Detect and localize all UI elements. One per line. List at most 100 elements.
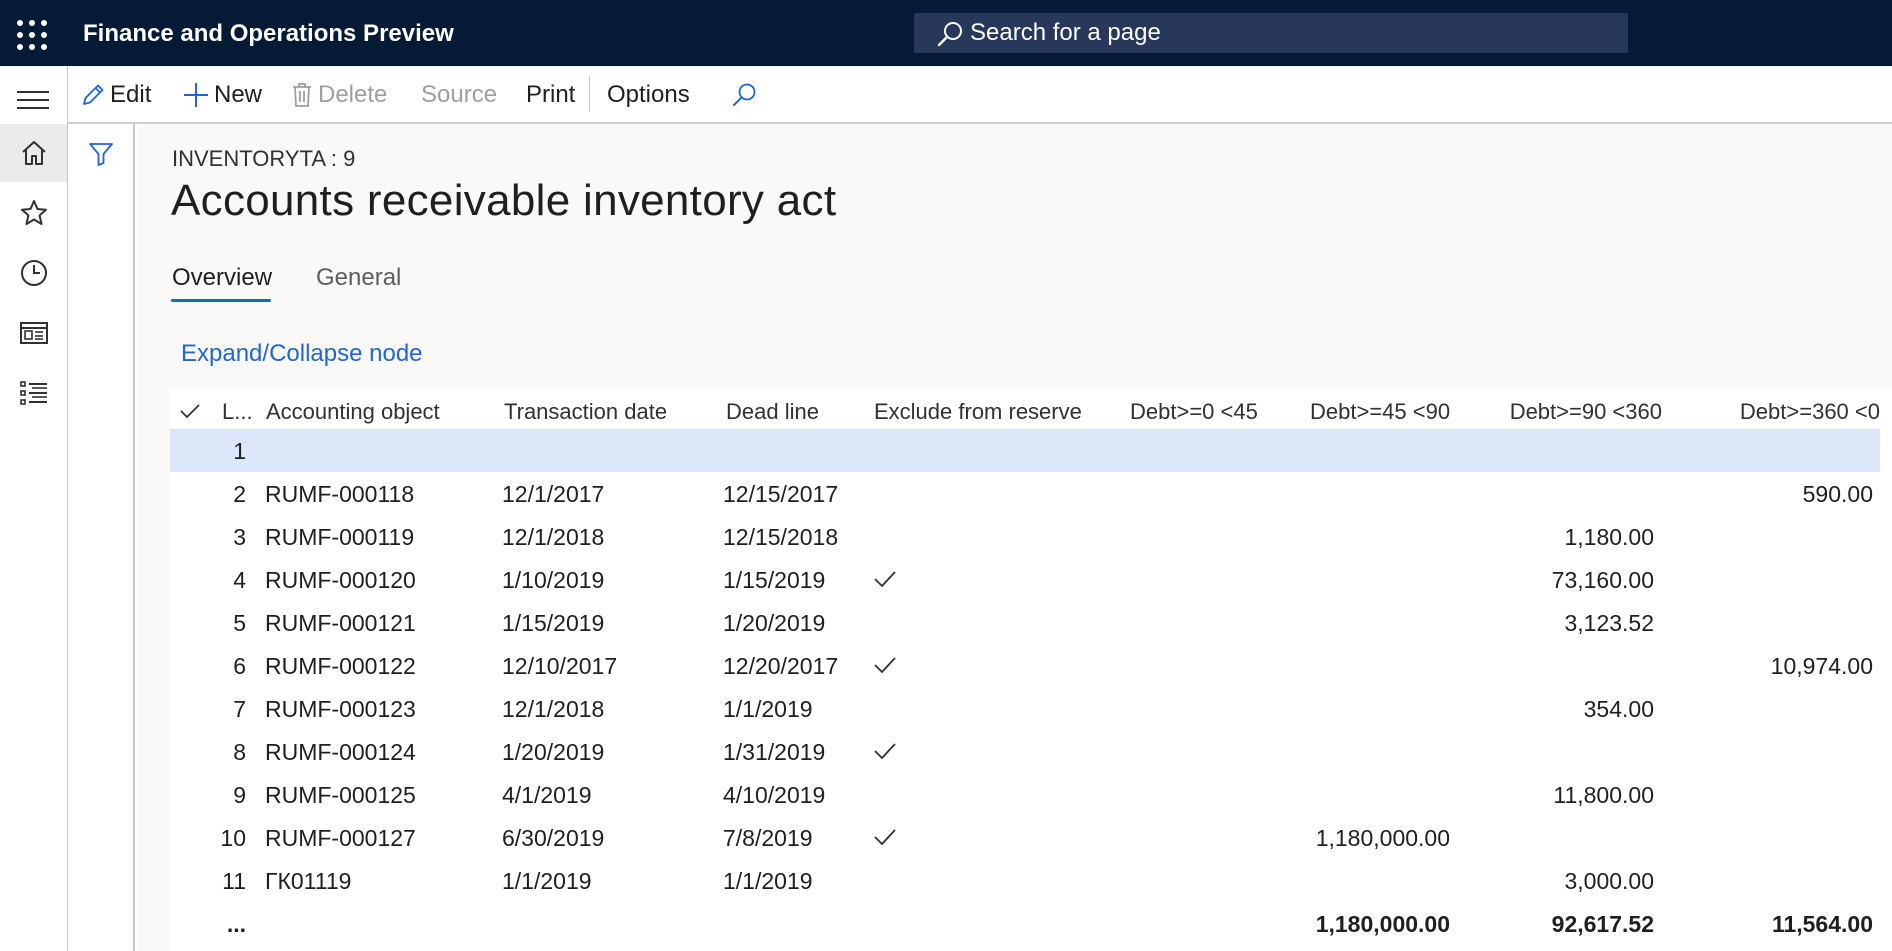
- cell-line[interactable]: 1: [182, 438, 246, 465]
- cell-transaction-date[interactable]: 12/1/2018: [502, 524, 604, 551]
- total-debt-360: 11,564.00: [1771, 911, 1873, 937]
- nav-recent[interactable]: [0, 244, 67, 302]
- cell-line[interactable]: 4: [182, 567, 246, 594]
- header-accounting-object[interactable]: Accounting object: [266, 399, 440, 425]
- workspace-icon: [19, 322, 48, 344]
- cell-accounting-object[interactable]: RUMF-000125: [265, 782, 416, 809]
- nav-workspaces[interactable]: [0, 304, 67, 362]
- cell-transaction-date[interactable]: 1/15/2019: [502, 610, 604, 637]
- cell-line[interactable]: 6: [182, 653, 246, 680]
- cell-debt-90-360[interactable]: 11,800.00: [1470, 782, 1654, 809]
- cell-accounting-object[interactable]: RUMF-000122: [265, 653, 416, 680]
- tab-general[interactable]: General: [316, 264, 401, 292]
- header-dead-line[interactable]: Dead line: [726, 399, 819, 425]
- cell-dead-line[interactable]: 12/15/2018: [723, 524, 838, 551]
- nav-favorites[interactable]: [0, 184, 67, 242]
- cell-line[interactable]: 3: [182, 524, 246, 551]
- cell-debt-90-360[interactable]: 3,000.00: [1470, 868, 1654, 895]
- cell-transaction-date[interactable]: 1/20/2019: [502, 739, 604, 766]
- cell-accounting-object[interactable]: RUMF-000127: [265, 825, 416, 852]
- cell-dead-line[interactable]: 12/20/2017: [723, 653, 838, 680]
- nav-modules[interactable]: [0, 364, 67, 422]
- table-row[interactable]: 5 RUMF-000121 1/15/2019 1/20/2019 3,123.52: [170, 601, 1892, 644]
- tab-overview[interactable]: Overview: [172, 264, 272, 292]
- table-row[interactable]: 3 RUMF-000119 12/1/2018 12/15/2018 1,180.00: [170, 515, 1892, 558]
- cell-transaction-date[interactable]: 12/10/2017: [502, 653, 617, 680]
- new-button[interactable]: New: [182, 80, 262, 110]
- cell-dead-line[interactable]: 4/10/2019: [723, 782, 825, 809]
- cell-dead-line[interactable]: 12/15/2017: [723, 481, 838, 508]
- search-box[interactable]: [914, 13, 1628, 53]
- print-button[interactable]: Print: [526, 80, 575, 110]
- cell-line[interactable]: 7: [182, 696, 246, 723]
- cell-accounting-object[interactable]: RUMF-000123: [265, 696, 416, 723]
- cell-debt-45-90[interactable]: 1,180,000.00: [1290, 825, 1450, 852]
- cell-transaction-date[interactable]: 6/30/2019: [502, 825, 604, 852]
- cell-transaction-date[interactable]: 1/1/2019: [502, 868, 592, 895]
- header-debt-0-45[interactable]: Debt>=0 <45: [1130, 399, 1258, 425]
- header-debt-90-360[interactable]: Debt>=90 <360: [1490, 399, 1662, 425]
- expand-collapse-node-link[interactable]: Expand/Collapse node: [181, 340, 423, 368]
- cell-transaction-date[interactable]: 1/10/2019: [502, 567, 604, 594]
- exclude-checkmark-icon[interactable]: [873, 570, 897, 588]
- header-debt-360[interactable]: Debt>=360 <0: [1670, 399, 1880, 425]
- cell-transaction-date[interactable]: 4/1/2019: [502, 782, 592, 809]
- cell-debt-90-360[interactable]: 3,123.52: [1470, 610, 1654, 637]
- cell-line[interactable]: 2: [182, 481, 246, 508]
- header-transaction-date[interactable]: Transaction date: [504, 399, 667, 425]
- table-row[interactable]: 10 RUMF-000127 6/30/2019 7/8/2019 1,180,000.…: [170, 816, 1892, 859]
- header-line[interactable]: L...: [222, 399, 253, 425]
- cell-debt-360[interactable]: 590.00: [1670, 481, 1873, 508]
- action-search-button[interactable]: [730, 80, 762, 110]
- cell-dead-line[interactable]: 1/20/2019: [723, 610, 825, 637]
- cell-line[interactable]: 5: [182, 610, 246, 637]
- table-row[interactable]: 2 RUMF-000118 12/1/2017 12/15/2017 590.00: [170, 472, 1892, 515]
- cell-dead-line[interactable]: 1/1/2019: [723, 696, 813, 723]
- cell-transaction-date[interactable]: 12/1/2018: [502, 696, 604, 723]
- cell-dead-line[interactable]: 7/8/2019: [723, 825, 813, 852]
- table-row[interactable]: 8 RUMF-000124 1/20/2019 1/31/2019: [170, 730, 1892, 773]
- cell-line[interactable]: 9: [182, 782, 246, 809]
- cell-transaction-date[interactable]: 12/1/2017: [502, 481, 604, 508]
- nav-home[interactable]: [0, 124, 67, 182]
- cell-debt-90-360[interactable]: 73,160.00: [1470, 567, 1654, 594]
- cell-accounting-object[interactable]: RUMF-000119: [265, 524, 414, 551]
- cell-dead-line[interactable]: 1/31/2019: [723, 739, 825, 766]
- source-button[interactable]: Source: [421, 80, 497, 110]
- cell-accounting-object[interactable]: ГК01119: [265, 868, 351, 895]
- table-row[interactable]: 9 RUMF-000125 4/1/2019 4/10/2019 11,800.00: [170, 773, 1892, 816]
- app-launcher-icon[interactable]: [14, 17, 50, 53]
- exclude-checkmark-icon[interactable]: [873, 656, 897, 674]
- cell-dead-line[interactable]: 1/15/2019: [723, 567, 825, 594]
- options-button[interactable]: Options: [607, 80, 690, 110]
- cell-line[interactable]: 8: [182, 739, 246, 766]
- cell-accounting-object[interactable]: RUMF-000120: [265, 567, 416, 594]
- cell-debt-360[interactable]: 10,974.00: [1670, 653, 1873, 680]
- cell-line[interactable]: 10: [182, 825, 246, 852]
- header-debt-45-90[interactable]: Debt>=45 <90: [1310, 399, 1450, 425]
- table-row[interactable]: 1: [170, 429, 1880, 472]
- search-input[interactable]: [970, 13, 1610, 53]
- filter-icon[interactable]: [87, 140, 115, 168]
- table-row[interactable]: 7 RUMF-000123 12/1/2018 1/1/2019 354.00: [170, 687, 1892, 730]
- trash-icon: [293, 83, 311, 107]
- edit-button[interactable]: Edit: [80, 80, 151, 110]
- select-all-checkmark-icon[interactable]: [179, 403, 201, 419]
- cell-accounting-object[interactable]: RUMF-000121: [265, 610, 416, 637]
- home-icon: [21, 141, 46, 165]
- delete-button[interactable]: Delete: [290, 80, 387, 110]
- cell-dead-line[interactable]: 1/1/2019: [723, 868, 813, 895]
- table-row[interactable]: 4 RUMF-000120 1/10/2019 1/15/2019 73,160.00: [170, 558, 1892, 601]
- cell-accounting-object[interactable]: RUMF-000124: [265, 739, 416, 766]
- cell-line[interactable]: 11: [182, 868, 246, 895]
- table-row[interactable]: 6 RUMF-000122 12/10/2017 12/20/2017 10,974.0…: [170, 644, 1892, 687]
- cell-accounting-object[interactable]: RUMF-000118: [265, 481, 414, 508]
- table-row[interactable]: 11 ГК01119 1/1/2019 1/1/2019 3,000.00: [170, 859, 1892, 902]
- cell-debt-90-360[interactable]: 354.00: [1470, 696, 1654, 723]
- exclude-checkmark-icon[interactable]: [873, 828, 897, 846]
- app-title[interactable]: Finance and Operations Preview: [83, 20, 454, 48]
- exclude-checkmark-icon[interactable]: [873, 742, 897, 760]
- hamburger-menu-icon[interactable]: [16, 88, 50, 112]
- cell-debt-90-360[interactable]: 1,180.00: [1470, 524, 1654, 551]
- header-exclude-from-reserve[interactable]: Exclude from reserve: [874, 399, 1082, 425]
